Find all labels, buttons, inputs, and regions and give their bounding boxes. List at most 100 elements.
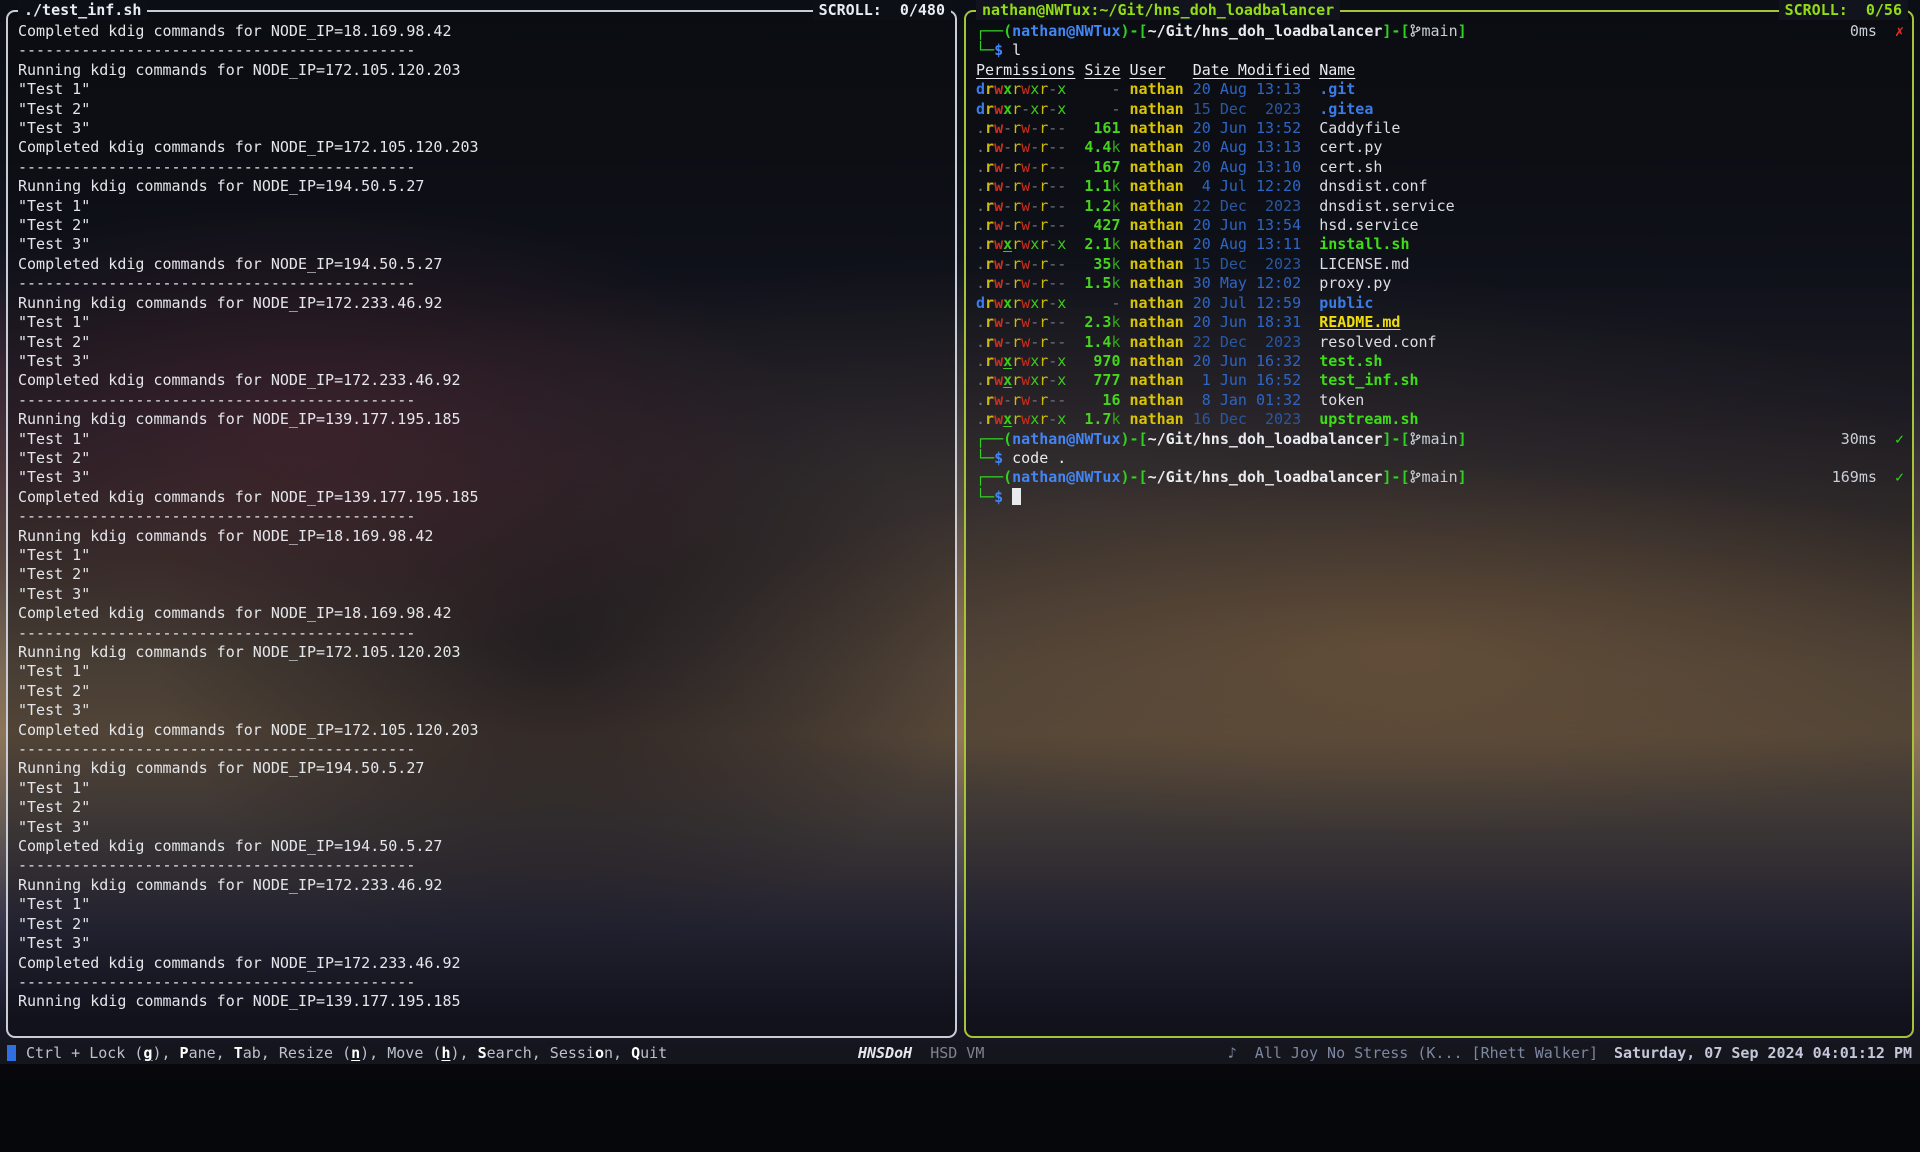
- hotkey: Q: [631, 1044, 640, 1062]
- prompt-frame: ]: [1458, 22, 1467, 40]
- left-pane-scroll-indicator: SCROLL: 0/480: [813, 0, 951, 20]
- command-line: └─$ code .: [976, 449, 1904, 468]
- file-owner: nathan: [1130, 80, 1184, 98]
- file-name: test_inf.sh: [1319, 371, 1418, 389]
- command-line: └─$ l: [976, 41, 1904, 60]
- output-line: "Test 2": [18, 449, 947, 468]
- file-date: 30 May 12:02: [1193, 274, 1301, 292]
- file-date: 20 Aug 13:10: [1193, 158, 1301, 176]
- file-owner: nathan: [1130, 100, 1184, 118]
- output-line: "Test 2": [18, 565, 947, 584]
- git-branch-icon: [1410, 430, 1421, 449]
- hotkey: n: [351, 1044, 360, 1062]
- file-name: public: [1319, 294, 1373, 312]
- file-row: .rw-rw-r-- 2.3k nathan 20 Jun 18:31 READ…: [976, 313, 1904, 332]
- prompt-line: ┌──(nathan@NWTux)-[~/Git/hns_doh_loadbal…: [976, 468, 1904, 487]
- prompt-path: ~/Git/hns_doh_loadbalancer: [1148, 430, 1383, 448]
- output-line: "Test 2": [18, 915, 947, 934]
- file-name: cert.sh: [1319, 158, 1382, 176]
- prompt-frame: └─: [976, 41, 994, 59]
- output-line: "Test 3": [18, 934, 947, 953]
- output-line: ----------------------------------------…: [18, 391, 947, 410]
- file-row: .rw-rw-r-- 161 nathan 20 Jun 13:52 Caddy…: [976, 119, 1904, 138]
- file-owner: nathan: [1130, 158, 1184, 176]
- output-line: Completed kdig commands for NODE_IP=194.…: [18, 837, 947, 856]
- file-owner: nathan: [1130, 216, 1184, 234]
- window-tab-hnsdoh[interactable]: HNSDoH: [858, 1044, 912, 1062]
- left-pane-output: Completed kdig commands for NODE_IP=18.1…: [18, 22, 947, 1028]
- command-text: [1003, 488, 1012, 506]
- output-line: ----------------------------------------…: [18, 158, 947, 177]
- file-permissions: .rwxrwxr-x: [976, 371, 1066, 389]
- output-line: Completed kdig commands for NODE_IP=172.…: [18, 371, 947, 390]
- output-line: "Test 1": [18, 313, 947, 332]
- status-accent-block: [7, 1045, 16, 1061]
- file-name: test.sh: [1319, 352, 1382, 370]
- file-size: 161: [1084, 119, 1120, 137]
- file-row: .rw-rw-r-- 35k nathan 15 Dec 2023 LICENS…: [976, 255, 1904, 274]
- check-icon: ✓: [1895, 468, 1904, 486]
- status-right: ♪ All Joy No Stress (K... [Rhett Walker]…: [1228, 1042, 1912, 1064]
- prompt-left: ┌──(nathan@NWTux)-[~/Git/hns_doh_loadbal…: [976, 430, 1467, 449]
- prompt-frame: ]: [1458, 468, 1467, 486]
- prompt-dollar: $: [994, 449, 1003, 467]
- file-size: 777: [1084, 371, 1120, 389]
- file-name: .gitea: [1319, 100, 1373, 118]
- file-date: 20 Aug 13:11: [1193, 235, 1301, 253]
- prompt-frame: ┌──(: [976, 468, 1012, 486]
- file-date: 8 Jan 01:32: [1193, 391, 1301, 409]
- output-line: Running kdig commands for NODE_IP=172.23…: [18, 876, 947, 895]
- file-permissions: .rwxrwxr-x: [976, 410, 1066, 428]
- file-permissions: .rw-rw-r--: [976, 313, 1066, 331]
- terminal-cursor[interactable]: [1012, 488, 1021, 505]
- duration-value: 30ms: [1841, 430, 1895, 448]
- file-size: 167: [1084, 158, 1120, 176]
- file-date: 22 Dec 2023: [1193, 197, 1301, 215]
- output-line: Running kdig commands for NODE_IP=139.17…: [18, 410, 947, 429]
- file-size: 35k: [1084, 255, 1120, 273]
- file-permissions: .rwxrwxr-x: [976, 352, 1066, 370]
- output-line: "Test 3": [18, 585, 947, 604]
- file-permissions: drwxr-xr-x: [976, 100, 1066, 118]
- file-row: .rw-rw-r-- 167 nathan 20 Aug 13:10 cert.…: [976, 158, 1904, 177]
- git-branch-name: main: [1422, 22, 1458, 40]
- tmux-pane-right[interactable]: nathan@NWTux:~/Git/hns_doh_loadbalancer …: [964, 10, 1914, 1038]
- hotkey: S: [478, 1044, 487, 1062]
- command-duration: 0ms ✗: [1850, 22, 1904, 41]
- command-line[interactable]: └─$: [976, 488, 1904, 507]
- column-header: Permissions: [976, 61, 1075, 79]
- file-owner: nathan: [1130, 333, 1184, 351]
- output-line: Running kdig commands for NODE_IP=172.10…: [18, 61, 947, 80]
- file-name: token: [1319, 391, 1364, 409]
- file-permissions: .rw-rw-r--: [976, 177, 1066, 195]
- file-permissions: .rw-rw-r--: [976, 391, 1066, 409]
- file-owner: nathan: [1130, 177, 1184, 195]
- file-name: .git: [1319, 80, 1355, 98]
- file-row: drwxrwxr-x - nathan 20 Jul 12:59 public: [976, 294, 1904, 313]
- right-pane-title: nathan@NWTux:~/Git/hns_doh_loadbalancer: [976, 0, 1340, 20]
- output-line: "Test 1": [18, 895, 947, 914]
- prompt-frame: └─: [976, 488, 994, 506]
- music-note-icon: ♪: [1228, 1044, 1237, 1062]
- column-header: User: [1130, 61, 1166, 79]
- file-row: .rwxrwxr-x 970 nathan 20 Jun 16:32 test.…: [976, 352, 1904, 371]
- output-line: "Test 3": [18, 119, 947, 138]
- file-permissions: .rw-rw-r--: [976, 197, 1066, 215]
- output-line: "Test 1": [18, 430, 947, 449]
- file-name: hsd.service: [1319, 216, 1418, 234]
- output-line: Completed kdig commands for NODE_IP=18.1…: [18, 604, 947, 623]
- status-datetime: Saturday, 07 Sep 2024 04:01:12 PM: [1614, 1042, 1912, 1064]
- output-line: Running kdig commands for NODE_IP=172.23…: [18, 294, 947, 313]
- file-date: 4 Jul 12:20: [1193, 177, 1301, 195]
- file-size: 1.4k: [1084, 333, 1120, 351]
- git-branch-name: main: [1422, 468, 1458, 486]
- file-size: -: [1084, 100, 1120, 118]
- window-tab-hsd-vm[interactable]: HSD VM: [930, 1044, 984, 1062]
- file-permissions: .rw-rw-r--: [976, 333, 1066, 351]
- tmux-pane-left[interactable]: ./test_inf.sh SCROLL: 0/480 Completed kd…: [6, 10, 957, 1038]
- file-owner: nathan: [1130, 410, 1184, 428]
- prompt-frame: ]-[: [1382, 468, 1409, 486]
- file-row: .rw-rw-r-- 4.4k nathan 20 Aug 13:13 cert…: [976, 138, 1904, 157]
- file-name: dnsdist.conf: [1319, 177, 1427, 195]
- file-permissions: drwxrwxr-x: [976, 80, 1066, 98]
